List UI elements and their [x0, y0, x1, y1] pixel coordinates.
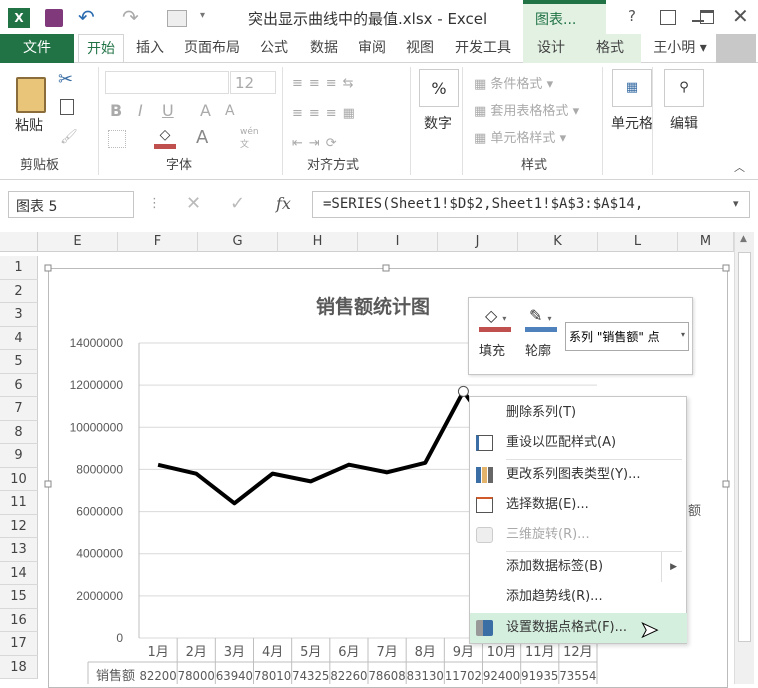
x-tick-label: 4月: [262, 645, 283, 660]
x-tick-label: 12月: [563, 645, 593, 660]
y-tick-label: 10000000: [70, 420, 124, 434]
dropdown-arrow-icon: ▾: [680, 330, 685, 339]
data-table-cell: 78608: [369, 669, 406, 683]
fill-label: 填充: [479, 344, 506, 359]
data-table-cell: 82260: [330, 669, 367, 683]
select-data-icon: [476, 497, 493, 513]
selection-handle: [44, 264, 52, 272]
chart-element-select[interactable]: 系列 "销售额" 点 ▾: [565, 322, 689, 351]
x-tick-label: 3月: [224, 645, 245, 660]
data-table-cell: 83130: [407, 669, 444, 683]
fill-color-swatch: [479, 327, 511, 332]
x-tick-label: 6月: [338, 645, 359, 660]
data-table-cell: 73554: [559, 669, 596, 683]
outline-label: 轮廓: [525, 344, 552, 359]
menu-delete-series[interactable]: 删除系列(T): [470, 398, 687, 428]
data-point[interactable]: [457, 385, 469, 397]
y-tick-label: 6000000: [76, 505, 123, 519]
menu-change-chart-type[interactable]: 更改系列图表类型(Y)...: [470, 460, 687, 490]
x-tick-label: 1月: [147, 645, 168, 660]
menu-add-trendline[interactable]: 添加趋势线(R)...: [470, 582, 687, 612]
menu-select-data[interactable]: 选择数据(E)...: [470, 490, 687, 520]
menu-label: 更改系列图表类型(Y)...: [506, 467, 641, 482]
selection-handle: [44, 480, 52, 488]
menu-label: 选择数据(E)...: [506, 497, 589, 512]
menu-label: 设置数据点格式(F)...: [506, 620, 628, 635]
outline-color-swatch: [525, 327, 557, 332]
y-tick-label: 4000000: [76, 547, 123, 561]
menu-label: 三维旋转(R)...: [506, 527, 590, 542]
format-point-icon: [476, 620, 493, 636]
data-table-label: 销售额: [96, 668, 135, 684]
x-tick-label: 2月: [186, 645, 207, 660]
chart-element-value: 系列 "销售额" 点: [569, 330, 660, 344]
menu-label: 添加趋势线(R)...: [506, 589, 603, 604]
menu-add-data-labels[interactable]: 添加数据标签(B) ▶: [470, 552, 687, 582]
data-table-cell: 63940: [216, 669, 253, 683]
data-table-cell: 11702: [445, 669, 482, 683]
fill-button[interactable]: ◇ ▾ 填充: [479, 306, 519, 366]
y-tick-label: 2000000: [76, 589, 123, 603]
chart-type-icon: [476, 467, 493, 483]
y-tick-label: 14000000: [70, 336, 124, 350]
3d-rotate-icon: [476, 527, 493, 543]
data-table-cell: 91935: [521, 669, 558, 683]
selection-handle: [382, 264, 390, 272]
selection-handle: [722, 264, 730, 272]
paint-bucket-icon: ◇ ▾: [485, 306, 507, 325]
data-table-cell: 82200: [140, 669, 177, 683]
data-table-cell: 92400: [483, 669, 520, 683]
selection-handle: [722, 480, 730, 488]
y-tick-label: 0: [116, 631, 123, 645]
data-table-cell: 74325: [292, 669, 329, 683]
pen-icon: ✎ ▾: [529, 306, 552, 325]
mouse-cursor-icon: ➤: [639, 618, 659, 644]
outline-button[interactable]: ✎ ▾ 轮廓: [525, 306, 565, 366]
y-tick-label: 8000000: [76, 462, 123, 476]
context-menu: 删除系列(T) 重设以匹配样式(A) 更改系列图表类型(Y)... 选择数据(E…: [469, 396, 687, 644]
data-table-cell: 78000: [178, 669, 215, 683]
reset-style-icon: [476, 435, 493, 451]
menu-label: 删除系列(T): [506, 405, 577, 420]
x-tick-label: 7月: [376, 645, 397, 660]
menu-reset-style[interactable]: 重设以匹配样式(A): [470, 428, 687, 458]
menu-3d-rotation[interactable]: 三维旋转(R)...: [470, 520, 687, 550]
x-tick-label: 9月: [453, 645, 474, 660]
y-tick-label: 12000000: [70, 378, 124, 392]
menu-label: 重设以匹配样式(A): [506, 435, 617, 450]
x-tick-label: 8月: [415, 645, 436, 660]
x-tick-label: 5月: [300, 645, 321, 660]
x-tick-label: 10月: [487, 645, 517, 660]
submenu-arrow-icon: ▶: [661, 552, 677, 582]
menu-label: 添加数据标签(B): [506, 559, 604, 574]
mini-toolbar: ◇ ▾ 填充 ✎ ▾ 轮廓 系列 "销售额" 点 ▾: [468, 297, 693, 375]
x-tick-label: 11月: [525, 645, 555, 660]
data-table-cell: 78010: [254, 669, 291, 683]
